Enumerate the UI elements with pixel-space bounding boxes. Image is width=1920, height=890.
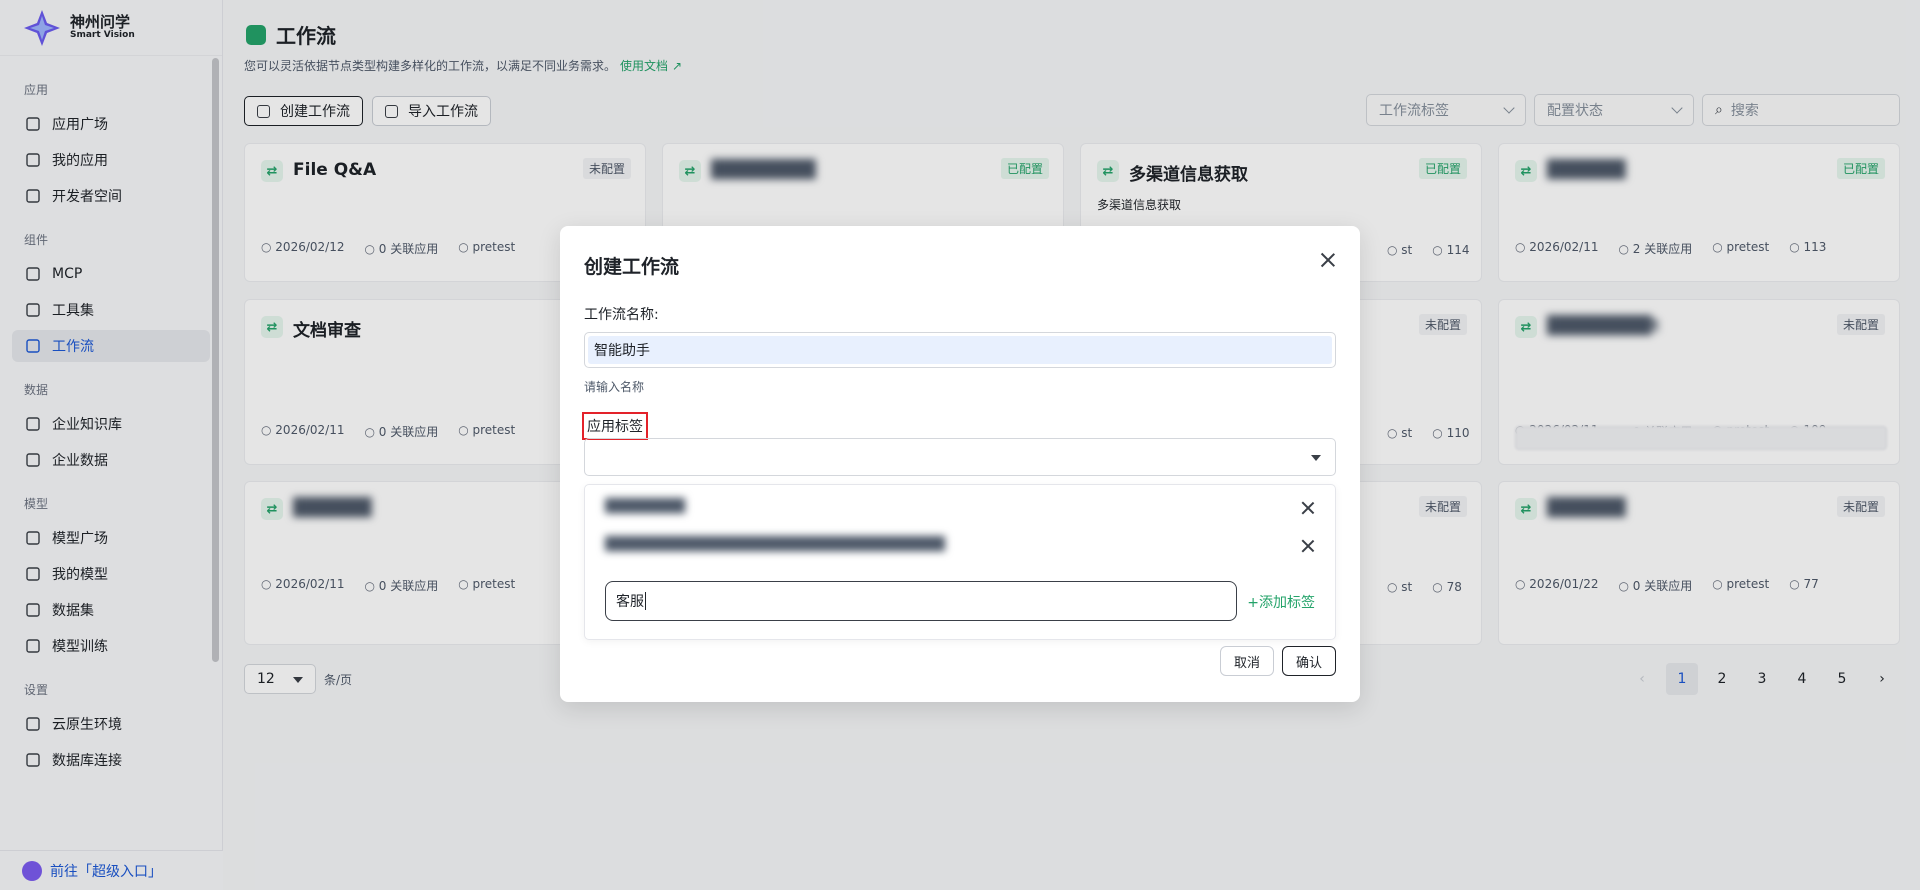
add-tag-button[interactable]: +添加标签 — [1247, 592, 1315, 612]
workflow-name-label: 工作流名称: — [584, 307, 659, 323]
tag-option[interactable]: ████████ — [605, 499, 685, 514]
confirm-button[interactable]: 确认 — [1282, 646, 1336, 676]
text-caret — [645, 592, 646, 610]
new-tag-input[interactable]: 客服 — [605, 581, 1237, 621]
app-tag-label: 应用标签 — [582, 412, 648, 440]
tag-dropdown-panel: ████████ ███████████████████████████████… — [584, 484, 1336, 640]
tag-option[interactable]: ██████████████████████████████████ — [605, 537, 945, 552]
cancel-button[interactable]: 取消 — [1220, 646, 1274, 676]
workflow-name-value: 智能助手 — [588, 336, 1332, 364]
delete-tag-icon[interactable] — [1301, 539, 1315, 553]
workflow-name-input[interactable]: 智能助手 — [584, 332, 1336, 368]
delete-tag-icon[interactable] — [1301, 501, 1315, 515]
caret-down-icon — [1311, 455, 1321, 461]
app-tag-select[interactable] — [584, 438, 1336, 476]
workflow-name-hint: 请输入名称 — [584, 380, 645, 394]
create-workflow-dialog: 创建工作流 工作流名称: 智能助手 请输入名称 应用标签 ████████ ██… — [560, 226, 1360, 702]
close-icon[interactable] — [1320, 252, 1336, 268]
dialog-title: 创建工作流 — [584, 256, 680, 278]
new-tag-value: 客服 — [616, 594, 644, 610]
